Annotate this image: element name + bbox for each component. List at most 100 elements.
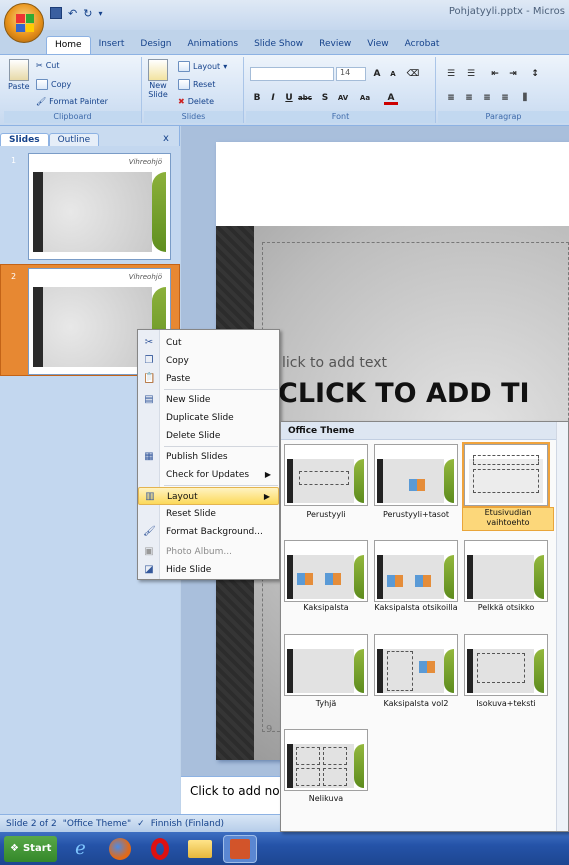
tab-review[interactable]: Review — [311, 36, 359, 54]
layout-label: Kaksipalsta — [303, 603, 349, 612]
spellcheck-icon[interactable]: ✓ — [137, 819, 145, 829]
tab-slide-show[interactable]: Slide Show — [246, 36, 311, 54]
text-placeholder[interactable]: lick to add text — [282, 355, 387, 371]
shrink-font-button[interactable]: A — [386, 67, 400, 81]
menu-item-new-slide[interactable]: ▤ New Slide — [138, 391, 279, 409]
thumb-logo: Vihreohjö — [128, 273, 162, 281]
menu-item-check-for-updates[interactable]: Check for Updates ▶ — [138, 466, 279, 484]
align-left-icon[interactable]: ≡ — [444, 91, 458, 105]
menu-item-layout[interactable]: ▥ Layout ▶ — [138, 487, 279, 505]
start-button[interactable]: ❖ Start — [4, 835, 58, 862]
underline-button[interactable]: U — [282, 91, 296, 105]
align-center-icon[interactable]: ≡ — [462, 91, 476, 105]
office-button[interactable] — [4, 3, 44, 43]
picture-placeholder-icon — [409, 479, 425, 491]
case-button[interactable]: Aa — [358, 91, 372, 105]
picture-placeholder-icon — [297, 573, 313, 585]
redo-icon[interactable]: ↻ — [83, 7, 92, 20]
layout-label: Etusivudian vaihtoehto — [462, 507, 554, 531]
undo-icon[interactable]: ↶ — [68, 7, 77, 20]
tab-acrobat[interactable]: Acrobat — [397, 36, 448, 54]
numbering-icon[interactable]: ☰ — [464, 67, 478, 81]
layout-thumbnail[interactable] — [374, 540, 458, 602]
bold-button[interactable]: B — [250, 91, 264, 105]
tab-insert[interactable]: Insert — [91, 36, 133, 54]
firefox-icon[interactable] — [103, 835, 137, 863]
justify-icon[interactable]: ≡ — [498, 91, 512, 105]
notes-placeholder[interactable]: Click to add no — [190, 784, 280, 798]
tab-home[interactable]: Home — [46, 36, 91, 54]
layout-button[interactable]: Layout ▾ — [178, 61, 227, 72]
strike-button[interactable]: abc — [298, 91, 312, 105]
format-painter-button[interactable]: 🖌 Format Painter — [36, 97, 108, 106]
tab-view[interactable]: View — [359, 36, 396, 54]
layout-thumbnail[interactable] — [284, 444, 368, 506]
title-placeholder[interactable]: CLICK TO ADD TI — [278, 378, 530, 409]
new-slide-icon: ▤ — [144, 394, 154, 405]
save-icon[interactable] — [50, 7, 62, 19]
menu-item-publish-slides[interactable]: ▦ Publish Slides — [138, 448, 279, 466]
slide-thumbnail-1[interactable]: Vihreohjö — [28, 153, 171, 260]
thumb-number: 2 — [11, 272, 17, 281]
copy-button[interactable]: Copy — [36, 79, 71, 90]
menu-item-paste[interactable]: 📋 Paste — [138, 370, 279, 388]
menu-item-hide-slide[interactable]: ◪ Hide Slide — [138, 561, 279, 579]
close-icon[interactable]: x — [163, 133, 169, 144]
tab-design[interactable]: Design — [132, 36, 179, 54]
cut-button[interactable]: ✂ Cut — [36, 61, 60, 70]
layout-placeholder — [323, 747, 347, 765]
opera-icon[interactable] — [143, 835, 177, 863]
layout-dark-band — [467, 649, 473, 693]
tab-slides[interactable]: Slides — [0, 133, 49, 146]
font-size-box[interactable]: 14 — [336, 67, 366, 81]
spacing-button[interactable]: AV — [336, 91, 350, 105]
menu-item-format-background[interactable]: 🖌 Format Background... — [138, 523, 279, 541]
layout-thumbnail[interactable] — [284, 729, 368, 791]
italic-button[interactable]: I — [266, 91, 280, 105]
pane-tabs: Slides Outline — [0, 130, 100, 146]
layout-thumbnail[interactable] — [284, 540, 368, 602]
menu-separator — [164, 446, 278, 447]
paste-button[interactable]: Paste — [8, 59, 30, 91]
tab-animations[interactable]: Animations — [179, 36, 246, 54]
gallery-scrollbar[interactable] — [556, 422, 568, 831]
folder-icon[interactable] — [183, 835, 217, 863]
new-slide-button[interactable]: New Slide — [148, 59, 168, 99]
line-spacing-icon[interactable]: ↕ — [528, 67, 542, 81]
delete-button[interactable]: ✖ Delete — [178, 97, 214, 106]
layout-thumbnail[interactable] — [464, 634, 548, 696]
font-color-button[interactable]: A — [384, 91, 398, 105]
grow-font-button[interactable]: A — [370, 67, 384, 81]
menu-item-copy[interactable]: ❐ Copy — [138, 352, 279, 370]
reset-button[interactable]: Reset — [178, 79, 215, 90]
layout-label: Perustyyli — [306, 510, 346, 519]
menu-item-duplicate-slide[interactable]: Duplicate Slide — [138, 409, 279, 427]
menu-item-reset-slide[interactable]: Reset Slide — [138, 505, 279, 523]
powerpoint-icon[interactable] — [223, 834, 258, 863]
thumb-number: 1 — [11, 156, 17, 165]
layout-thumbnail[interactable] — [284, 634, 368, 696]
layout-green-band — [354, 459, 364, 503]
customize-toolbar-icon[interactable]: ▾ — [98, 9, 102, 18]
clear-format-icon[interactable]: ⌫ — [406, 67, 420, 81]
layout-green-band — [354, 555, 364, 599]
font-name-box[interactable] — [250, 67, 334, 81]
align-right-icon[interactable]: ≡ — [480, 91, 494, 105]
decrease-indent-icon[interactable]: ⇤ — [488, 67, 502, 81]
layout-green-band — [444, 555, 454, 599]
layout-thumbnail[interactable] — [464, 540, 548, 602]
thumb-green-band — [152, 172, 166, 252]
bullets-icon[interactable]: ☰ — [444, 67, 458, 81]
shadow-button[interactable]: S — [318, 91, 332, 105]
thumb-dark-band — [33, 287, 43, 367]
submenu-arrow-icon: ▶ — [264, 470, 271, 479]
internet-explorer-icon[interactable]: ℯ — [63, 835, 97, 863]
tab-outline[interactable]: Outline — [48, 133, 100, 146]
layout-thumbnail[interactable] — [374, 444, 458, 506]
layout-thumbnail-selected[interactable] — [462, 442, 550, 508]
layout-thumbnail[interactable] — [374, 634, 458, 696]
menu-item-delete-slide[interactable]: Delete Slide — [138, 427, 279, 445]
increase-indent-icon[interactable]: ⇥ — [506, 67, 520, 81]
menu-item-cut[interactable]: ✂ Cut — [138, 334, 279, 352]
columns-icon[interactable]: ⫼ — [518, 91, 532, 105]
